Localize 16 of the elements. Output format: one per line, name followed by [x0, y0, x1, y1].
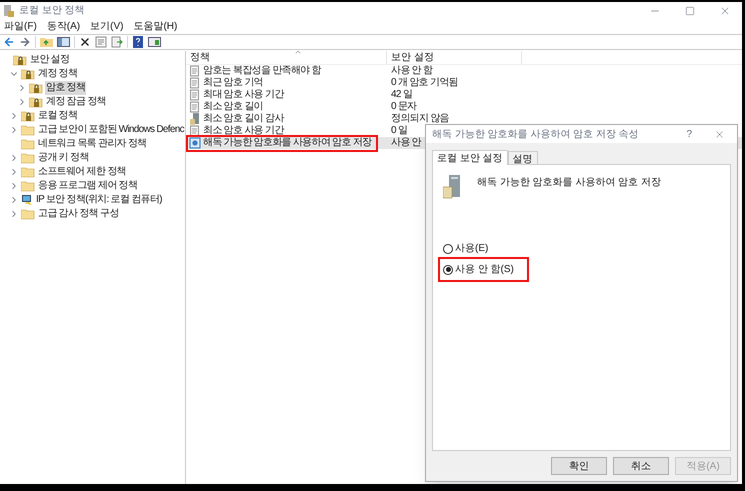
policy-name: 최소 암호 길이: [203, 101, 263, 113]
setting-value: 0 문자: [390, 101, 417, 113]
setting-value: 사용 안: [390, 137, 421, 149]
policy-name: 최근 암호 기억: [203, 77, 263, 89]
setting-value: 정의되지 않음: [390, 113, 449, 125]
policy-name: 최소 암호 사용 기간: [203, 125, 284, 137]
policy-name: 최대 암호 사용 기간: [203, 89, 284, 101]
setting-value: 42 일: [390, 89, 412, 101]
policy-name: 해독 가능한 암호화를 사용하여 암호 저장: [203, 137, 372, 149]
setting-value: 0 개 암호 기억됨: [390, 77, 458, 89]
setting-value: 사용 안 함: [390, 65, 432, 77]
policy-heading: 해독 가능한 암호화를 사용하여 암호 저장: [477, 176, 661, 190]
policy-name: 암호는 복잡성을 만족해야 함: [203, 65, 321, 77]
setting-value: 0 일: [390, 125, 408, 137]
policy-name: 최소 암호 길이 감사: [203, 113, 284, 125]
window-title: 로컬 보안 정책: [19, 4, 85, 18]
